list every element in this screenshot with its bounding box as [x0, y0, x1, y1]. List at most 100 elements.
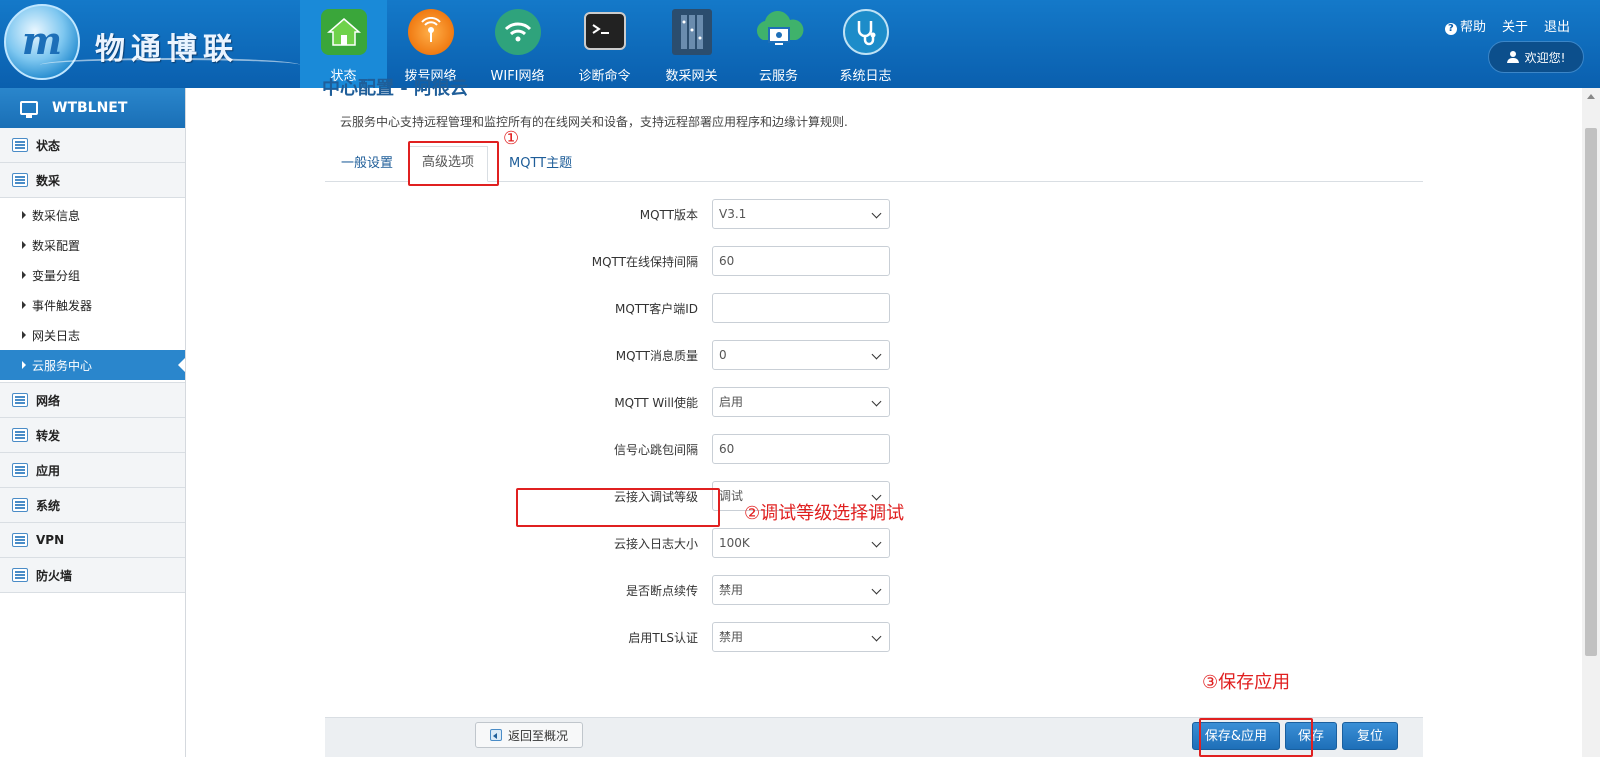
caret-right-icon: [22, 331, 26, 339]
mqtt-will-select[interactable]: 启用: [712, 387, 890, 417]
row-resume-upload: 是否断点续传 禁用: [386, 575, 906, 605]
nav-cloud[interactable]: 云服务: [735, 0, 822, 88]
tab-general[interactable]: 一般设置: [341, 152, 393, 171]
tls-select[interactable]: 禁用: [712, 622, 890, 652]
sidebar-sub-event-trigger[interactable]: 事件触发器: [0, 290, 185, 320]
cloud-icon: [749, 9, 809, 55]
logo: m 物通博联: [0, 0, 300, 88]
annotation-box-debug-level: [516, 488, 720, 527]
caret-right-icon: [22, 211, 26, 219]
top-header: m 物通博联 状态 拨号网络 WIFI网络 诊断命令 数采网关 云服务 系统日志…: [0, 0, 1600, 88]
sidebar-sub-acq-info[interactable]: 数采信息: [0, 200, 185, 230]
sidebar-item-data-acquisition[interactable]: 数采: [0, 163, 185, 198]
logout-link[interactable]: 退出: [1544, 16, 1570, 35]
vertical-scrollbar[interactable]: [1582, 88, 1600, 757]
sidebar-item-forward[interactable]: 转发: [0, 418, 185, 453]
back-icon: [489, 729, 502, 741]
caret-right-icon: [22, 301, 26, 309]
list-icon: [12, 428, 28, 442]
list-icon: [12, 463, 28, 477]
annotation-box-advanced-tab: [408, 141, 499, 186]
caret-right-icon: [22, 241, 26, 249]
row-mqtt-keepalive: MQTT在线保持间隔 60: [386, 246, 906, 276]
row-mqtt-qos: MQTT消息质量 0: [386, 340, 906, 370]
sidebar: WTBLNET 状态 数采 数采信息 数采配置 变量分组 事件触发器 网关日志 …: [0, 88, 186, 757]
scroll-up-icon[interactable]: [1587, 94, 1595, 99]
row-log-size: 云接入日志大小 100K: [386, 528, 906, 558]
sidebar-sub-acq-config[interactable]: 数采配置: [0, 230, 185, 260]
about-link[interactable]: 关于: [1502, 16, 1528, 35]
scroll-thumb[interactable]: [1585, 128, 1597, 656]
annotation-box-save-apply: [1199, 718, 1313, 757]
nav-diagnostic[interactable]: 诊断命令: [561, 0, 648, 88]
gateway-icon: [672, 9, 712, 55]
stethoscope-icon: [843, 9, 889, 55]
mqtt-qos-select[interactable]: 0: [712, 340, 890, 370]
row-mqtt-version: MQTT版本 V3.1: [386, 199, 906, 229]
logo-swoosh: [40, 58, 300, 72]
resume-upload-label: 是否断点续传: [625, 584, 698, 598]
sidebar-item-system[interactable]: 系统: [0, 488, 185, 523]
tls-label: 启用TLS认证: [628, 631, 698, 645]
help-icon: ?: [1444, 23, 1457, 35]
heartbeat-label: 信号心跳包间隔: [613, 443, 698, 457]
nav-syslog[interactable]: 系统日志: [822, 0, 909, 88]
annotation-text-3: ③保存应用: [1202, 672, 1291, 693]
monitor-icon: [20, 101, 38, 118]
sidebar-item-app[interactable]: 应用: [0, 453, 185, 488]
sidebar-header: WTBLNET: [0, 88, 185, 128]
mqtt-client-id-input[interactable]: [712, 293, 890, 323]
main-content: 中心配置 - 阿很云 云服务中心支持远程管理和监控所有的在线网关和设备，支持远程…: [186, 78, 1582, 757]
row-mqtt-client-id: MQTT客户端ID: [386, 293, 906, 323]
nav-cloud-label: 云服务: [758, 69, 798, 84]
nav-syslog-label: 系统日志: [839, 69, 892, 84]
row-tls: 启用TLS认证 禁用: [386, 622, 906, 652]
mqtt-version-select[interactable]: V3.1: [712, 199, 890, 229]
caret-right-icon: [22, 361, 26, 369]
sidebar-item-vpn[interactable]: VPN: [0, 523, 185, 558]
nav-gateway-label: 数采网关: [665, 69, 718, 84]
reset-button[interactable]: 复位: [1342, 722, 1398, 750]
tab-mqtt-topic[interactable]: MQTT主题: [509, 152, 572, 171]
user-icon: [1506, 51, 1519, 63]
sidebar-sub-cloud-center[interactable]: 云服务中心: [0, 350, 185, 380]
nav-gateway[interactable]: 数采网关: [648, 0, 735, 88]
welcome-text: 欢迎您!: [1524, 50, 1566, 65]
list-icon: [12, 173, 28, 187]
log-size-select[interactable]: 100K: [712, 528, 890, 558]
nav-wifi[interactable]: WIFI网络: [474, 0, 561, 88]
top-links: ? 帮助 关于 退出: [1444, 16, 1570, 35]
back-to-overview-button[interactable]: 返回至概况: [475, 722, 583, 748]
page-description: 云服务中心支持远程管理和监控所有的在线网关和设备，支持远程部署应用程序和边缘计算…: [340, 115, 848, 129]
row-mqtt-will: MQTT Will使能 启用: [386, 387, 906, 417]
terminal-icon: [584, 12, 626, 50]
mqtt-client-id-label: MQTT客户端ID: [614, 302, 698, 316]
list-icon: [12, 568, 28, 582]
sidebar-title: WTBLNET: [52, 100, 128, 116]
nav-wifi-label: WIFI网络: [490, 69, 545, 84]
sidebar-item-network[interactable]: 网络: [0, 383, 185, 418]
sidebar-item-firewall[interactable]: 防火墙: [0, 558, 185, 593]
sidebar-sub-gateway-log[interactable]: 网关日志: [0, 320, 185, 350]
annotation-marker-1: ①: [503, 128, 520, 149]
house-icon: [321, 9, 367, 55]
heartbeat-input[interactable]: 60: [712, 434, 890, 464]
list-icon: [12, 533, 28, 547]
wifi-icon: [495, 9, 541, 55]
welcome-badge[interactable]: 欢迎您!: [1488, 41, 1584, 73]
caret-right-icon: [22, 271, 26, 279]
nav-diagnostic-label: 诊断命令: [578, 69, 631, 84]
sidebar-subgroup: 数采信息 数采配置 变量分组 事件触发器 网关日志 云服务中心: [0, 198, 185, 383]
sidebar-sub-var-group[interactable]: 变量分组: [0, 260, 185, 290]
mqtt-keepalive-label: MQTT在线保持间隔: [591, 255, 698, 269]
mqtt-qos-label: MQTT消息质量: [615, 349, 698, 363]
sidebar-item-status[interactable]: 状态: [0, 128, 185, 163]
page-title: 中心配置 - 阿很云: [322, 78, 469, 99]
row-heartbeat: 信号心跳包间隔 60: [386, 434, 906, 464]
resume-upload-select[interactable]: 禁用: [712, 575, 890, 605]
mqtt-will-label: MQTT Will使能: [614, 396, 698, 410]
mqtt-keepalive-input[interactable]: 60: [712, 246, 890, 276]
list-icon: [12, 498, 28, 512]
help-link[interactable]: ? 帮助: [1444, 16, 1486, 35]
mqtt-version-label: MQTT版本: [639, 208, 698, 222]
